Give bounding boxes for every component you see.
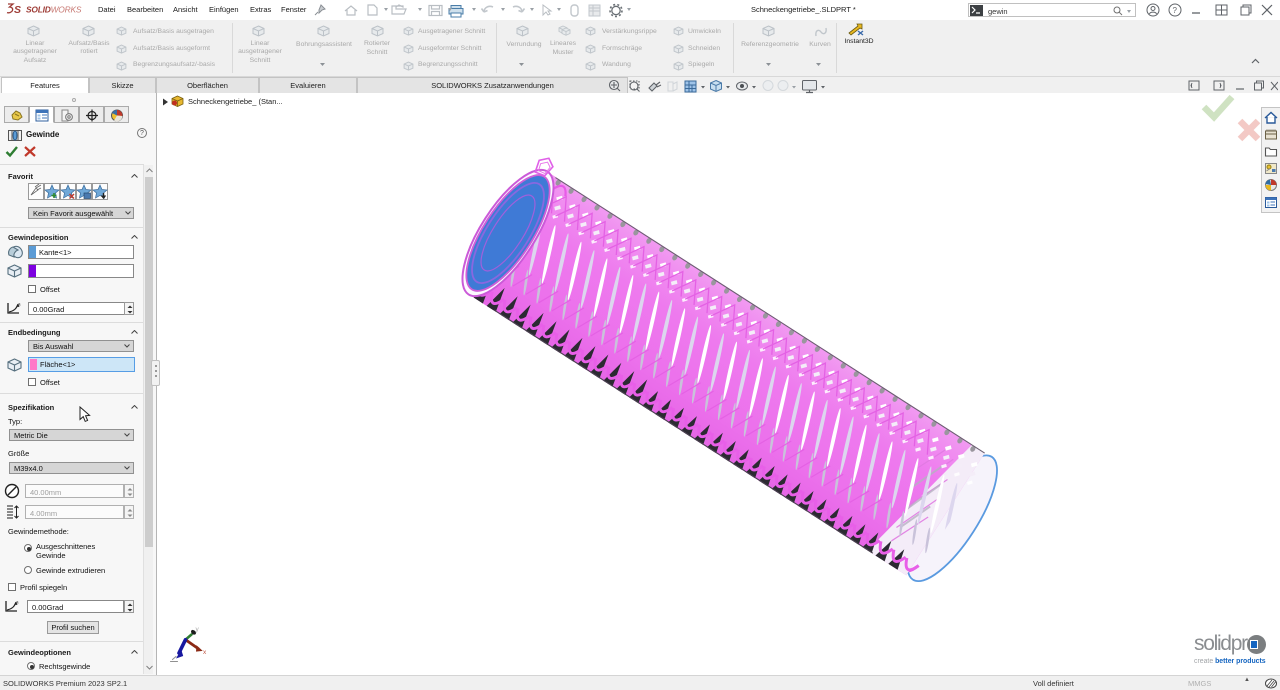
- svg-text:a: a: [16, 600, 19, 605]
- svg-text:x: x: [203, 649, 207, 656]
- svg-text:SOLIDWORKS: SOLIDWORKS: [26, 5, 82, 15]
- svg-text:S: S: [14, 4, 21, 16]
- svg-text:y: y: [196, 626, 200, 633]
- svg-text:a: a: [18, 302, 21, 307]
- svg-text:?: ?: [1173, 6, 1178, 15]
